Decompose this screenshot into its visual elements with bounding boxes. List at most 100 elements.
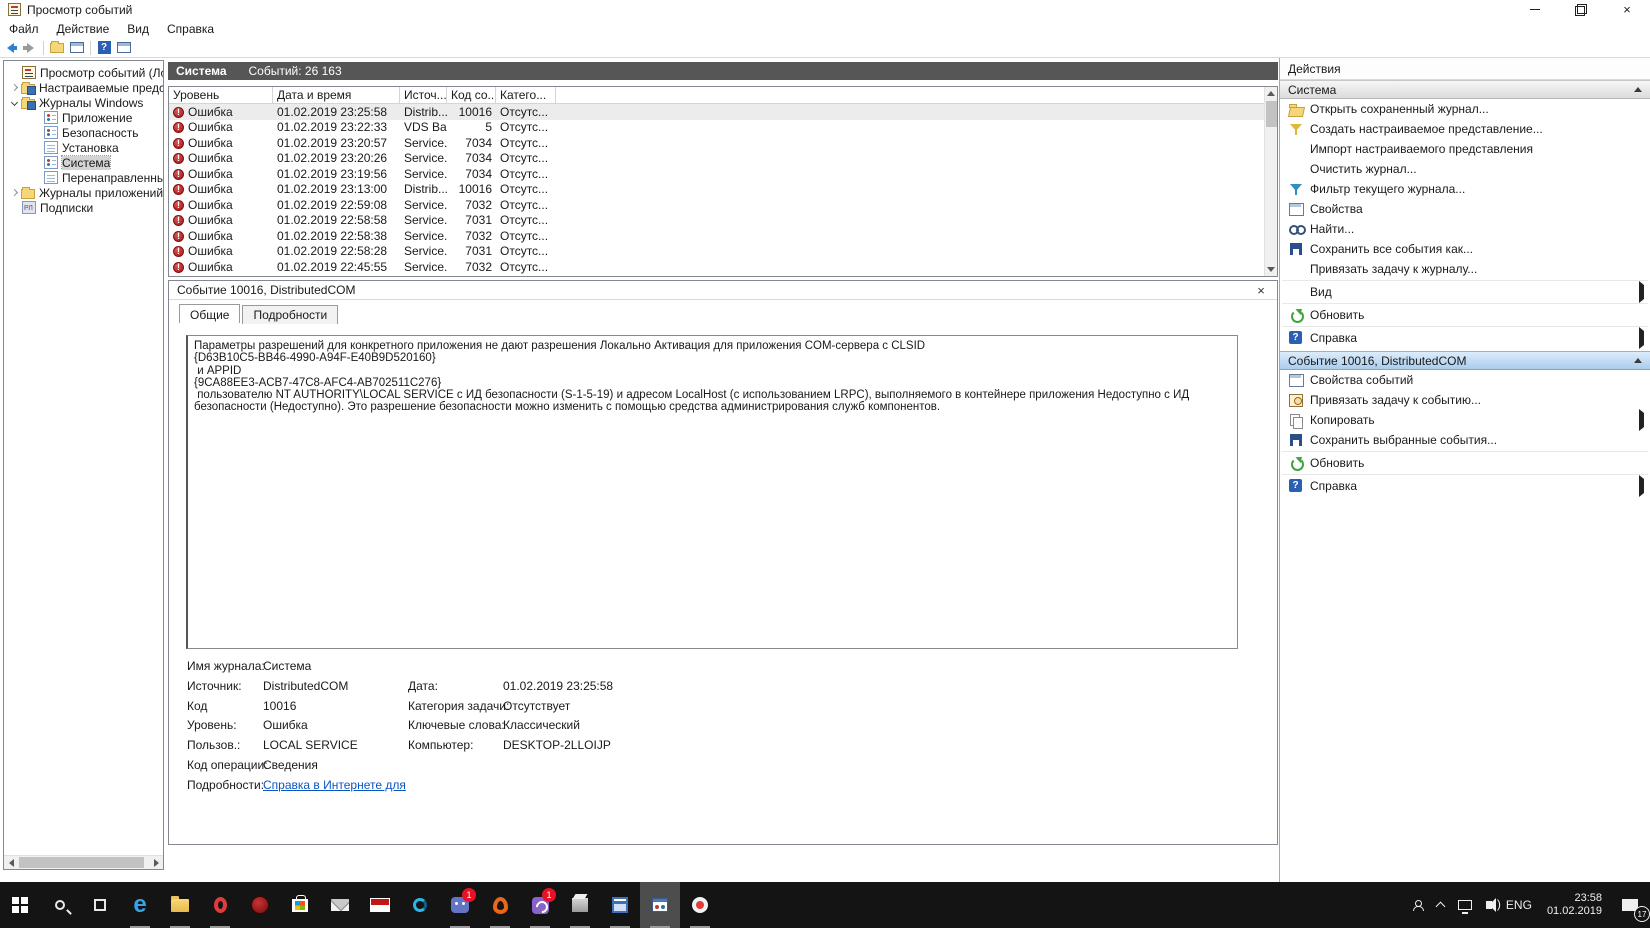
tree-item-setup[interactable]: Установка [6,140,163,155]
chevron-right-icon[interactable] [10,188,19,197]
network-button[interactable] [1451,882,1479,928]
close-detail-icon[interactable]: × [1253,283,1269,298]
actions-section-event[interactable]: Событие 10016, DistributedCOM [1280,351,1650,370]
event-row[interactable]: Ошибка 01.02.2019 22:59:08 Service... 70… [169,197,1277,213]
taskbar-edge[interactable]: e [120,882,160,928]
event-row[interactable]: Ошибка 01.02.2019 23:19:56 Service... 70… [169,166,1277,182]
tree-item-root[interactable]: Просмотр событий (Локальны [6,65,163,80]
scroll-down-button[interactable] [1265,263,1277,276]
action-save-selected-events[interactable]: Сохранить выбранные события... [1280,430,1650,450]
action-attach-task-to-event[interactable]: Привязать задачу к событию... [1280,390,1650,410]
close-button[interactable]: × [1604,0,1650,19]
action-copy-submenu[interactable]: Копировать [1280,409,1650,431]
tree-item-custom-views[interactable]: Настраиваемые представле [6,80,163,95]
menu-view[interactable]: Вид [118,22,158,36]
help-button[interactable]: ? [94,40,114,56]
action-help-event-submenu[interactable]: Справка [1280,475,1650,497]
restore-button[interactable] [1558,0,1604,19]
volume-button[interactable] [1479,882,1501,928]
scrollbar-thumb[interactable] [1266,101,1277,127]
action-filter-current-log[interactable]: Фильтр текущего журнала... [1280,179,1650,199]
tab-details[interactable]: Подробности [242,305,339,324]
collapse-icon[interactable] [1634,87,1642,92]
action-properties[interactable]: Свойства [1280,199,1650,219]
event-row[interactable]: Ошибка 01.02.2019 22:58:38 Service... 70… [169,228,1277,244]
console-tree-toggle-button[interactable] [67,40,87,56]
scroll-right-button[interactable] [149,856,163,869]
task-view-button[interactable] [80,882,120,928]
language-indicator[interactable]: ENG [1499,882,1539,928]
tree-item-forwarded-events[interactable]: Перенаправленные соб [6,170,163,185]
action-import-custom-view[interactable]: Импорт настраиваемого представления [1280,139,1650,159]
tree-item-app-services-logs[interactable]: Журналы приложений и сл [6,185,163,200]
event-list-scrollbar[interactable] [1264,87,1277,276]
event-row[interactable]: Ошибка 01.02.2019 23:25:58 Distrib... 10… [169,104,1277,120]
minimize-button[interactable] [1512,0,1558,19]
taskbar-voicemeeter[interactable] [360,882,400,928]
tree-item-application[interactable]: Приложение [6,110,163,125]
scroll-left-button[interactable] [4,856,18,869]
tree-item-security[interactable]: Безопасность [6,125,163,140]
event-row[interactable]: Ошибка 01.02.2019 23:22:33 VDS Ba... 5 О… [169,120,1277,136]
actions-section-system[interactable]: Система [1280,80,1650,99]
taskbar-mail[interactable] [320,882,360,928]
menu-help[interactable]: Справка [158,22,223,36]
action-refresh[interactable]: Обновить [1280,305,1650,325]
clock[interactable]: 23:58 01.02.2019 [1539,882,1610,928]
taskbar-tiles-app[interactable] [600,882,640,928]
taskbar-file-explorer[interactable] [160,882,200,928]
action-create-custom-view[interactable]: Создать настраиваемое представление... [1280,119,1650,139]
action-event-properties[interactable]: Свойства событий [1280,370,1650,390]
search-button[interactable] [40,882,80,928]
taskbar-gyazo[interactable] [680,882,720,928]
menu-file[interactable]: Файл [0,22,48,36]
menu-action[interactable]: Действие [48,22,119,36]
action-save-all-events[interactable]: Сохранить все события как... [1280,239,1650,259]
back-button[interactable] [0,40,20,56]
event-description[interactable]: Параметры разрешений для конкретного при… [186,335,1238,649]
tree-item-windows-logs[interactable]: Журналы Windows [6,95,163,110]
action-help-submenu[interactable]: Справка [1280,327,1650,349]
tree-horizontal-scrollbar[interactable] [4,855,163,869]
taskbar-antivirus[interactable] [240,882,280,928]
taskbar-event-viewer[interactable] [640,882,680,928]
event-row[interactable]: Ошибка 01.02.2019 22:58:58 Service... 70… [169,213,1277,229]
action-refresh-event[interactable]: Обновить [1280,453,1650,473]
event-row[interactable]: Ошибка 01.02.2019 23:20:57 Service... 70… [169,135,1277,151]
action-open-saved-log[interactable]: Открыть сохраненный журнал... [1280,99,1650,119]
open-file-button[interactable] [47,40,67,56]
chevron-down-icon[interactable] [10,98,19,107]
tree-item-subscriptions[interactable]: Подписки [6,200,163,215]
scrollbar-thumb[interactable] [19,857,144,868]
column-level[interactable]: Уровень [169,87,273,103]
action-pane-toggle-button[interactable] [114,40,134,56]
column-source[interactable]: Источ... [400,87,447,103]
tree-item-system[interactable]: Система [6,155,163,170]
forward-button[interactable] [20,40,40,56]
taskbar-discord[interactable]: 1 [440,882,480,928]
action-view-submenu[interactable]: Вид [1280,281,1650,303]
online-help-link[interactable]: Справка в Интернете для [263,778,406,792]
taskbar-package-app[interactable] [560,882,600,928]
action-center-button[interactable]: 17 [1610,882,1650,928]
taskbar-viber[interactable]: 1 [520,882,560,928]
collapse-icon[interactable] [1634,358,1642,363]
people-button[interactable] [1406,882,1430,928]
chevron-right-icon[interactable] [10,83,19,92]
scroll-up-button[interactable] [1265,87,1277,100]
column-datetime[interactable]: Дата и время [273,87,400,103]
taskbar-microsoft-store[interactable] [280,882,320,928]
start-button[interactable] [0,882,40,928]
action-attach-task-to-log[interactable]: Привязать задачу к журналу... [1280,259,1650,279]
taskbar-opera[interactable] [200,882,240,928]
show-hidden-icons-button[interactable] [1430,882,1451,928]
event-row[interactable]: Ошибка 01.02.2019 23:13:00 Distrib... 10… [169,182,1277,198]
action-clear-log[interactable]: Очистить журнал... [1280,159,1650,179]
event-row[interactable]: Ошибка 01.02.2019 22:58:28 Service... 70… [169,244,1277,260]
action-find[interactable]: Найти... [1280,219,1650,239]
column-category[interactable]: Катего... [496,87,556,103]
event-row[interactable]: Ошибка 01.02.2019 22:45:55 Service... 70… [169,259,1277,275]
taskbar-origin[interactable] [480,882,520,928]
column-event-id[interactable]: Код со... [447,87,496,103]
event-row[interactable]: Ошибка 01.02.2019 23:20:26 Service... 70… [169,151,1277,167]
